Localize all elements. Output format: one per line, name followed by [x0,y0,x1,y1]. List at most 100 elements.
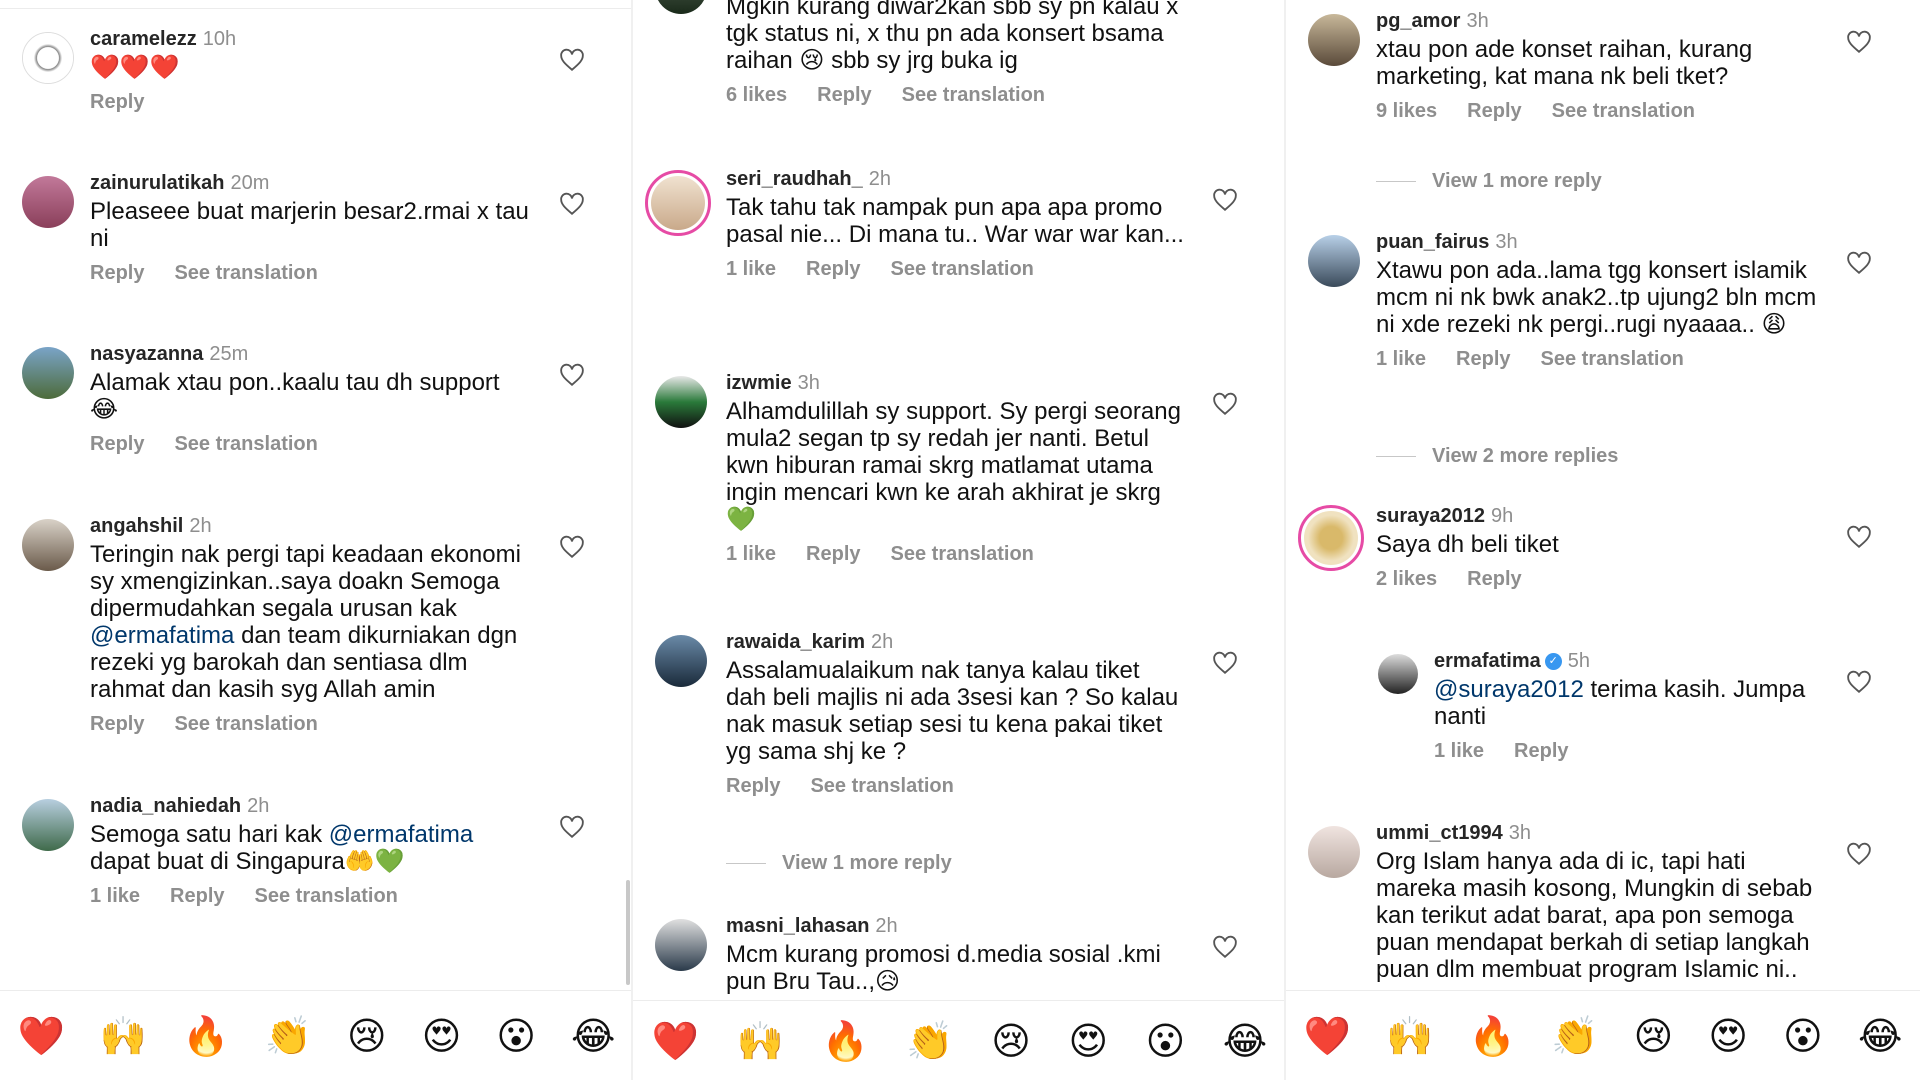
avatar[interactable] [22,519,74,571]
emoji-surprised-button[interactable]: 😮 [1783,1017,1823,1055]
emoji-heart-eyes-button[interactable]: 😍 [422,1017,462,1055]
comment-username[interactable]: zainurulatikah 20m [90,172,533,195]
avatar[interactable] [22,176,74,228]
like-heart-icon[interactable] [559,535,585,559]
view-more-replies-button[interactable]: View 1 more reply [726,852,952,875]
emoji-surprised-button[interactable]: 😮 [496,1017,536,1055]
emoji-laugh-button[interactable]: 😂 [571,1017,615,1055]
like-heart-icon[interactable] [559,192,585,216]
avatar[interactable] [655,0,707,14]
comment-username[interactable]: caramelezz 10h [90,28,533,51]
emoji-raised-hands-button[interactable]: 🙌 [100,1017,147,1055]
avatar[interactable] [1378,654,1418,694]
comment-username[interactable]: nasyazanna 25m [90,343,533,366]
reply-button[interactable]: Reply [1467,568,1521,591]
emoji-cry-button[interactable]: 😢 [1634,1017,1674,1055]
avatar[interactable] [655,635,707,687]
comment-username[interactable]: pg_amor 3h [1376,10,1820,33]
see-translation-link[interactable]: See translation [255,885,398,908]
see-translation-link[interactable]: See translation [1552,100,1695,123]
comment-username[interactable]: rawaida_karim 2h [726,631,1186,654]
emoji-fire-button[interactable]: 🔥 [1469,1017,1516,1055]
see-translation-link[interactable]: See translation [174,433,317,456]
see-translation-link[interactable]: See translation [891,258,1034,281]
see-translation-link[interactable]: See translation [1541,348,1684,371]
like-count[interactable]: 1 like [1376,348,1426,371]
see-translation-link[interactable]: See translation [174,262,317,285]
mention-link[interactable]: @suraya2012 [1434,676,1584,703]
see-translation-link[interactable]: See translation [810,775,953,798]
emoji-cry-button[interactable]: 😢 [347,1017,387,1055]
reply-button[interactable]: Reply [726,775,780,798]
reply-button[interactable]: Reply [90,91,144,114]
emoji-cry-button[interactable]: 😢 [991,1022,1031,1060]
comment-username[interactable]: izwmie 3h [726,372,1186,395]
avatar[interactable] [655,919,707,971]
reply-button[interactable]: Reply [817,84,871,107]
comment-username[interactable]: seri_raudhah_ 2h [726,168,1186,191]
see-translation-link[interactable]: See translation [902,84,1045,107]
reply-button[interactable]: Reply [1467,100,1521,123]
emoji-heart-eyes-button[interactable]: 😍 [1068,1022,1108,1060]
reply-button[interactable]: Reply [170,885,224,908]
see-translation-link[interactable]: See translation [891,543,1034,566]
emoji-raised-hands-button[interactable]: 🙌 [1386,1017,1433,1055]
like-heart-icon[interactable] [1846,30,1872,54]
emoji-laugh-button[interactable]: 😂 [1858,1017,1902,1055]
emoji-raised-hands-button[interactable]: 🙌 [737,1022,784,1060]
emoji-fire-button[interactable]: 🔥 [182,1017,229,1055]
like-heart-icon[interactable] [1212,392,1238,416]
like-heart-icon[interactable] [559,48,585,72]
reply-button[interactable]: Reply [90,433,144,456]
comment-username[interactable]: ummi_ct1994 3h [1376,822,1820,845]
comment-username[interactable]: masni_lahasan 2h [726,915,1186,938]
like-heart-icon[interactable] [1212,651,1238,675]
avatar[interactable] [22,347,74,399]
comment-username[interactable]: angahshil 2h [90,515,533,538]
mention-link[interactable]: @ermafatima [329,821,473,848]
reply-button[interactable]: Reply [1514,740,1568,763]
reply-button[interactable]: Reply [90,713,144,736]
reply-button[interactable]: Reply [90,262,144,285]
see-translation-link[interactable]: See translation [174,713,317,736]
like-heart-icon[interactable] [1846,525,1872,549]
like-count[interactable]: 1 like [726,543,776,566]
avatar[interactable] [22,799,74,851]
emoji-clap-button[interactable]: 👏 [906,1022,953,1060]
like-count[interactable]: 1 like [90,885,140,908]
like-count[interactable]: 9 likes [1376,100,1437,123]
like-heart-icon[interactable] [1846,251,1872,275]
emoji-heart-button[interactable]: ❤️ [18,1017,65,1055]
view-more-replies-button[interactable]: View 1 more reply [1376,170,1602,193]
emoji-heart-button[interactable]: ❤️ [1304,1017,1351,1055]
avatar[interactable] [645,170,711,236]
mention-link[interactable]: @ermafatima [90,622,234,649]
comment-username[interactable]: nadia_nahiedah 2h [90,795,533,818]
like-heart-icon[interactable] [559,363,585,387]
emoji-surprised-button[interactable]: 😮 [1146,1022,1186,1060]
like-heart-icon[interactable] [559,815,585,839]
avatar[interactable] [1308,235,1360,287]
view-more-replies-button[interactable]: View 2 more replies [1376,445,1618,468]
like-count[interactable]: 1 like [1434,740,1484,763]
reply-button[interactable]: Reply [806,543,860,566]
emoji-heart-eyes-button[interactable]: 😍 [1708,1017,1748,1055]
emoji-clap-button[interactable]: 👏 [265,1017,312,1055]
like-heart-icon[interactable] [1846,842,1872,866]
avatar[interactable] [655,376,707,428]
comment-username[interactable]: puan_fairus 3h [1376,231,1820,254]
avatar[interactable] [1308,14,1360,66]
like-heart-icon[interactable] [1212,188,1238,212]
like-count[interactable]: 6 likes [726,84,787,107]
like-count[interactable]: 1 like [726,258,776,281]
reply-button[interactable]: Reply [806,258,860,281]
emoji-laugh-button[interactable]: 😂 [1223,1022,1267,1060]
emoji-clap-button[interactable]: 👏 [1551,1017,1598,1055]
scrollbar[interactable] [626,880,630,985]
avatar[interactable] [1308,826,1360,878]
emoji-fire-button[interactable]: 🔥 [822,1022,869,1060]
avatar[interactable] [22,32,74,84]
like-count[interactable]: 2 likes [1376,568,1437,591]
reply-button[interactable]: Reply [1456,348,1510,371]
emoji-heart-button[interactable]: ❤️ [652,1022,699,1060]
